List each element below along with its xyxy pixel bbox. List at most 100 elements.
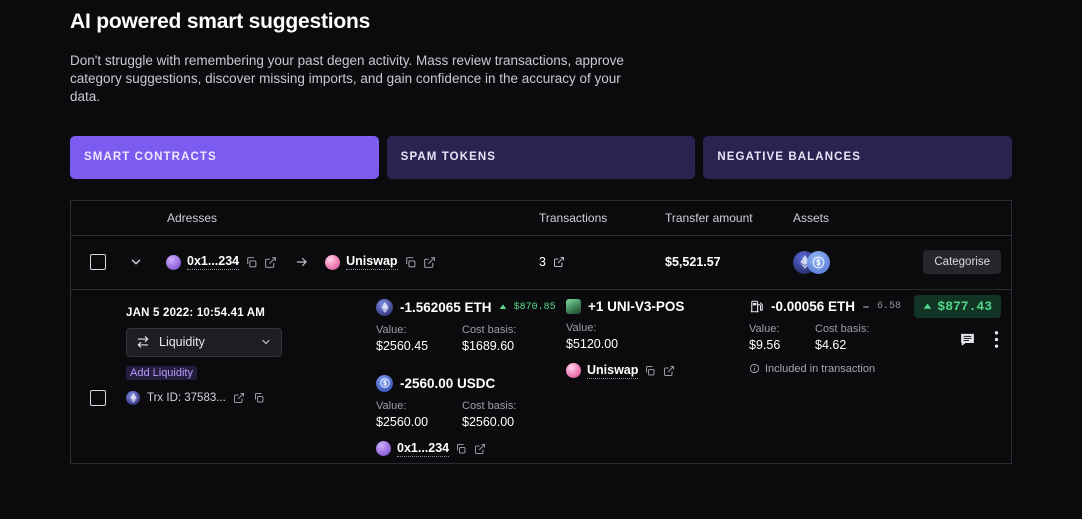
nft-header: +1 UNI-V3-POS <box>566 298 746 314</box>
trx-id-group: Trx ID: 37583... <box>126 390 356 405</box>
caret-up-icon <box>923 302 932 311</box>
chevron-down-icon <box>260 336 272 348</box>
delta-up-arrow-icon <box>499 303 507 311</box>
to-address-group: Uniswap <box>325 254 436 271</box>
page-root: AI powered smart suggestions Don't strug… <box>0 0 1082 519</box>
fee-note-text: Included in transaction <box>765 362 876 375</box>
value-label: Value: <box>376 399 407 412</box>
external-link-icon[interactable] <box>553 256 565 268</box>
asset-eth-header: -1.562065 ETH $870.85 <box>376 298 561 316</box>
asset-eth-value: $2560.45 <box>376 338 429 353</box>
row-action-group <box>959 330 999 349</box>
external-link-icon[interactable] <box>233 391 246 404</box>
tab-bar: SMART CONTRACTS SPAM TOKENS NEGATIVE BAL… <box>70 135 1013 179</box>
transfer-amount-value: $5,521.57 <box>665 255 721 270</box>
gas-pump-icon <box>749 299 764 315</box>
asset-usdc-values: Value: $2560.00 Cost basis: $2560.00 <box>376 400 561 429</box>
fee-value: $9.56 <box>749 337 781 352</box>
fee-amount: -0.00056 ETH <box>771 299 856 315</box>
usdc-coin-icon <box>376 374 393 392</box>
uniswap-avatar-icon <box>325 254 341 270</box>
arrow-right-icon <box>293 255 311 269</box>
gain-badge: $877.43 <box>914 294 1001 318</box>
expand-chevron-down-icon[interactable] <box>128 254 144 270</box>
subcategory-tag[interactable]: Add Liquidity <box>126 365 197 380</box>
uniswap-avatar-icon <box>566 363 581 379</box>
cost-basis-label: Cost basis: <box>815 322 870 335</box>
copy-icon[interactable] <box>455 442 468 455</box>
column-header-assets: Assets <box>793 210 830 225</box>
categorise-button[interactable]: Categorise <box>923 250 1001 275</box>
asset-eth-cost-basis: $1689.60 <box>462 338 515 353</box>
table-header: Adresses Transactions Transfer amount As… <box>71 201 1011 236</box>
detail-nft-column: +1 UNI-V3-POS Value: $5120.00 Uniswap <box>566 298 746 379</box>
detail-select-checkbox[interactable] <box>90 389 106 406</box>
value-label: Value: <box>749 322 780 335</box>
asset-address-link[interactable]: 0x1...234 <box>397 441 450 457</box>
copy-icon[interactable] <box>644 364 657 377</box>
detail-assets-column: -1.562065 ETH $870.85 Value: $2560.45 Co… <box>376 298 561 457</box>
address-avatar-icon <box>166 254 181 270</box>
nft-amount: +1 UNI-V3-POS <box>588 298 685 314</box>
column-header-transfer-amount: Transfer amount <box>665 210 753 225</box>
to-address-link[interactable]: Uniswap <box>346 254 398 271</box>
tab-smart-contracts[interactable]: SMART CONTRACTS <box>70 135 379 179</box>
usdc-coin-icon <box>807 250 830 274</box>
detail-meta-column: JAN 5 2022: 10:54.41 AM Liquidity Add Li… <box>126 307 356 405</box>
comment-icon[interactable] <box>959 331 976 348</box>
cost-basis-label: Cost basis: <box>462 323 517 336</box>
external-link-icon[interactable] <box>663 364 676 377</box>
assets-icon-group <box>793 250 830 274</box>
cost-basis-label: Cost basis: <box>462 399 517 412</box>
info-circle-icon <box>749 363 760 374</box>
delta-dash-icon <box>862 303 870 311</box>
asset-usdc-amount: -2560.00 USDC <box>400 375 496 391</box>
external-link-icon[interactable] <box>423 256 436 269</box>
nft-thumbnail-icon <box>566 298 581 314</box>
gain-badge-value: $877.43 <box>937 298 992 314</box>
tab-smart-contracts-label: SMART CONTRACTS <box>84 151 217 164</box>
copy-icon[interactable] <box>404 256 417 269</box>
eth-coin-icon <box>126 390 140 405</box>
asset-eth-delta: $870.85 <box>513 301 556 313</box>
nft-protocol-group: Uniswap <box>566 363 746 379</box>
fee-delta: 6.58 <box>877 301 902 313</box>
table-row-summary: 0x1...234 Uniswap 3 $5,521.57 Categorise <box>71 236 1011 290</box>
address-avatar-icon <box>376 441 391 457</box>
tab-spam-tokens[interactable]: SPAM TOKENS <box>386 135 696 179</box>
eth-coin-icon <box>376 298 393 316</box>
column-header-addresses: Adresses <box>167 210 218 225</box>
asset-eth-values: Value: $2560.45 Cost basis: $1689.60 <box>376 324 561 353</box>
nft-value: $5120.00 <box>566 336 619 351</box>
copy-icon[interactable] <box>245 256 258 269</box>
nft-protocol-link[interactable]: Uniswap <box>587 363 639 379</box>
suggestions-table: Adresses Transactions Transfer amount As… <box>70 199 1012 464</box>
transactions-count-value: 3 <box>539 255 546 270</box>
copy-icon[interactable] <box>253 391 266 404</box>
asset-usdc-cost-basis: $2560.00 <box>462 414 515 429</box>
trx-id-value: Trx ID: 37583... <box>147 391 226 404</box>
transaction-timestamp: JAN 5 2022: 10:54.41 AM <box>126 306 266 319</box>
asset-usdc-value: $2560.00 <box>376 414 429 429</box>
transactions-count-cell: 3 <box>539 255 565 269</box>
fee-note: Included in transaction <box>749 363 959 375</box>
page-description: Don't struggle with remembering your pas… <box>70 53 624 105</box>
nft-values: Value: $5120.00 <box>566 322 746 351</box>
tab-negative-balances[interactable]: NEGATIVE BALANCES <box>703 135 1013 179</box>
row-select-checkbox[interactable] <box>90 254 106 271</box>
category-select[interactable]: Liquidity <box>126 327 282 357</box>
fee-cost-basis: $4.62 <box>815 337 847 352</box>
asset-eth-amount: -1.562065 ETH <box>400 299 492 315</box>
external-link-icon[interactable] <box>264 256 277 269</box>
tab-negative-balances-label: NEGATIVE BALANCES <box>717 151 862 164</box>
external-link-icon[interactable] <box>474 442 487 455</box>
tab-spam-tokens-label: SPAM TOKENS <box>400 151 497 164</box>
category-select-value: Liquidity <box>159 335 205 350</box>
fee-values: Value: $9.56 Cost basis: $4.62 <box>749 323 959 352</box>
from-address-link[interactable]: 0x1...234 <box>187 254 240 271</box>
asset-address-group: 0x1...234 <box>376 441 561 457</box>
swap-arrows-icon <box>136 335 150 349</box>
more-options-icon[interactable] <box>994 330 999 349</box>
table-row-detail: JAN 5 2022: 10:54.41 AM Liquidity Add Li… <box>71 290 1011 464</box>
asset-usdc-header: -2560.00 USDC <box>376 374 561 392</box>
